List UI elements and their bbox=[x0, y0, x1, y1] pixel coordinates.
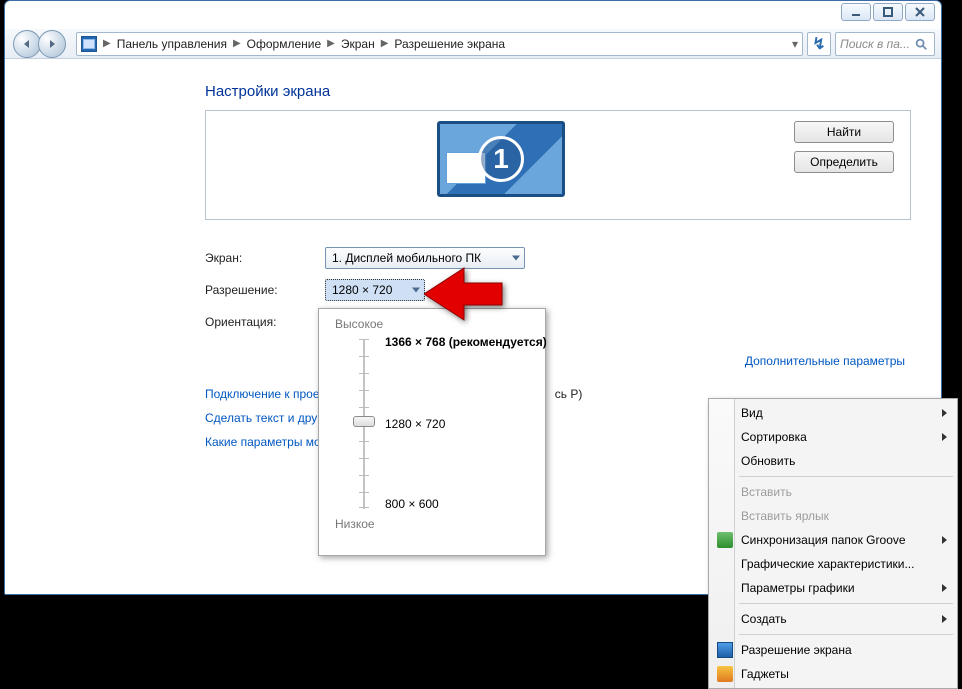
slider-option[interactable]: 800 × 600 bbox=[385, 497, 439, 511]
chevron-right-icon bbox=[942, 584, 947, 592]
chevron-right-icon: ▶ bbox=[381, 38, 389, 49]
slider-low-label: Низкое bbox=[335, 517, 533, 531]
chevron-right-icon: ▶ bbox=[103, 38, 111, 49]
menu-item[interactable]: Гаджеты bbox=[711, 662, 955, 686]
label-orientation: Ориентация: bbox=[205, 315, 325, 329]
monitor-preview[interactable]: 1 bbox=[437, 121, 565, 197]
chevron-right-icon: ▶ bbox=[327, 38, 335, 49]
annotation-arrow-icon bbox=[424, 263, 504, 330]
maximize-button[interactable] bbox=[873, 3, 903, 21]
slider-option[interactable]: 1366 × 768 (рекомендуется) bbox=[385, 335, 547, 349]
menu-item[interactable]: Графические характеристики... bbox=[711, 552, 955, 576]
help-link[interactable]: Сделать текст и другие bbox=[205, 411, 335, 425]
detect-button[interactable]: Определить bbox=[794, 151, 894, 173]
menu-item[interactable]: Обновить bbox=[711, 449, 955, 473]
label-resolution: Разрешение: bbox=[205, 283, 325, 297]
refresh-button[interactable]: ↯ bbox=[807, 32, 831, 56]
resolution-slider[interactable] bbox=[353, 339, 375, 509]
minimize-button[interactable] bbox=[841, 3, 871, 21]
chevron-right-icon bbox=[942, 615, 947, 623]
monitor-icon bbox=[717, 642, 733, 658]
additional-parameters-link[interactable]: Дополнительные параметры bbox=[205, 354, 905, 368]
breadcrumb-item[interactable]: Оформление bbox=[247, 37, 321, 51]
breadcrumb-item[interactable]: Экран bbox=[341, 37, 375, 51]
groove-icon bbox=[717, 532, 733, 548]
chevron-right-icon bbox=[942, 409, 947, 417]
search-icon bbox=[914, 37, 928, 51]
help-link[interactable]: Какие параметры мон bbox=[205, 435, 327, 449]
menu-item[interactable]: Вид bbox=[711, 401, 955, 425]
resolution-popup: Высокое 1366 × 768 (рекомендуется)1280 ×… bbox=[318, 308, 546, 556]
resolution-dropdown[interactable]: 1280 × 720 bbox=[325, 279, 425, 301]
display-panel: 1 Найти Определить bbox=[205, 110, 911, 220]
breadcrumb[interactable]: ▶ Панель управления ▶ Оформление ▶ Экран… bbox=[76, 32, 803, 56]
menu-item[interactable]: Сортировка bbox=[711, 425, 955, 449]
navigation-bar: ▶ Панель управления ▶ Оформление ▶ Экран… bbox=[5, 29, 941, 59]
breadcrumb-icon bbox=[81, 36, 97, 52]
menu-item[interactable]: Параметры графики bbox=[711, 576, 955, 600]
chevron-right-icon bbox=[942, 433, 947, 441]
window-controls bbox=[841, 3, 935, 21]
display-number: 1 bbox=[478, 136, 524, 182]
chevron-right-icon: ▶ bbox=[233, 38, 241, 49]
nav-back-button[interactable] bbox=[13, 30, 41, 58]
find-button[interactable]: Найти bbox=[794, 121, 894, 143]
chevron-down-icon bbox=[512, 256, 520, 261]
page-title: Настройки экрана bbox=[205, 83, 911, 100]
chevron-right-icon bbox=[942, 536, 947, 544]
breadcrumb-item[interactable]: Панель управления bbox=[117, 37, 227, 51]
search-input[interactable]: Поиск в па... bbox=[835, 32, 935, 56]
label-screen: Экран: bbox=[205, 251, 325, 265]
nav-forward-button[interactable] bbox=[38, 30, 66, 58]
slider-option[interactable]: 1280 × 720 bbox=[385, 417, 445, 431]
menu-item[interactable]: Разрешение экрана bbox=[711, 638, 955, 662]
menu-item: Вставить ярлык bbox=[711, 504, 955, 528]
menu-item[interactable]: Создать bbox=[711, 607, 955, 631]
breadcrumb-item[interactable]: Разрешение экрана bbox=[394, 37, 505, 51]
chevron-down-icon[interactable]: ▾ bbox=[792, 37, 798, 51]
search-placeholder: Поиск в па... bbox=[840, 37, 910, 51]
menu-item: Вставить bbox=[711, 480, 955, 504]
chevron-down-icon bbox=[412, 288, 420, 293]
context-menu: ВидСортировкаОбновить ВставитьВставить яр… bbox=[708, 398, 958, 689]
close-button[interactable] bbox=[905, 3, 935, 21]
slider-thumb[interactable] bbox=[353, 416, 375, 427]
menu-item[interactable]: Синхронизация папок Groove bbox=[711, 528, 955, 552]
help-link[interactable]: Подключение к проек bbox=[205, 387, 325, 401]
